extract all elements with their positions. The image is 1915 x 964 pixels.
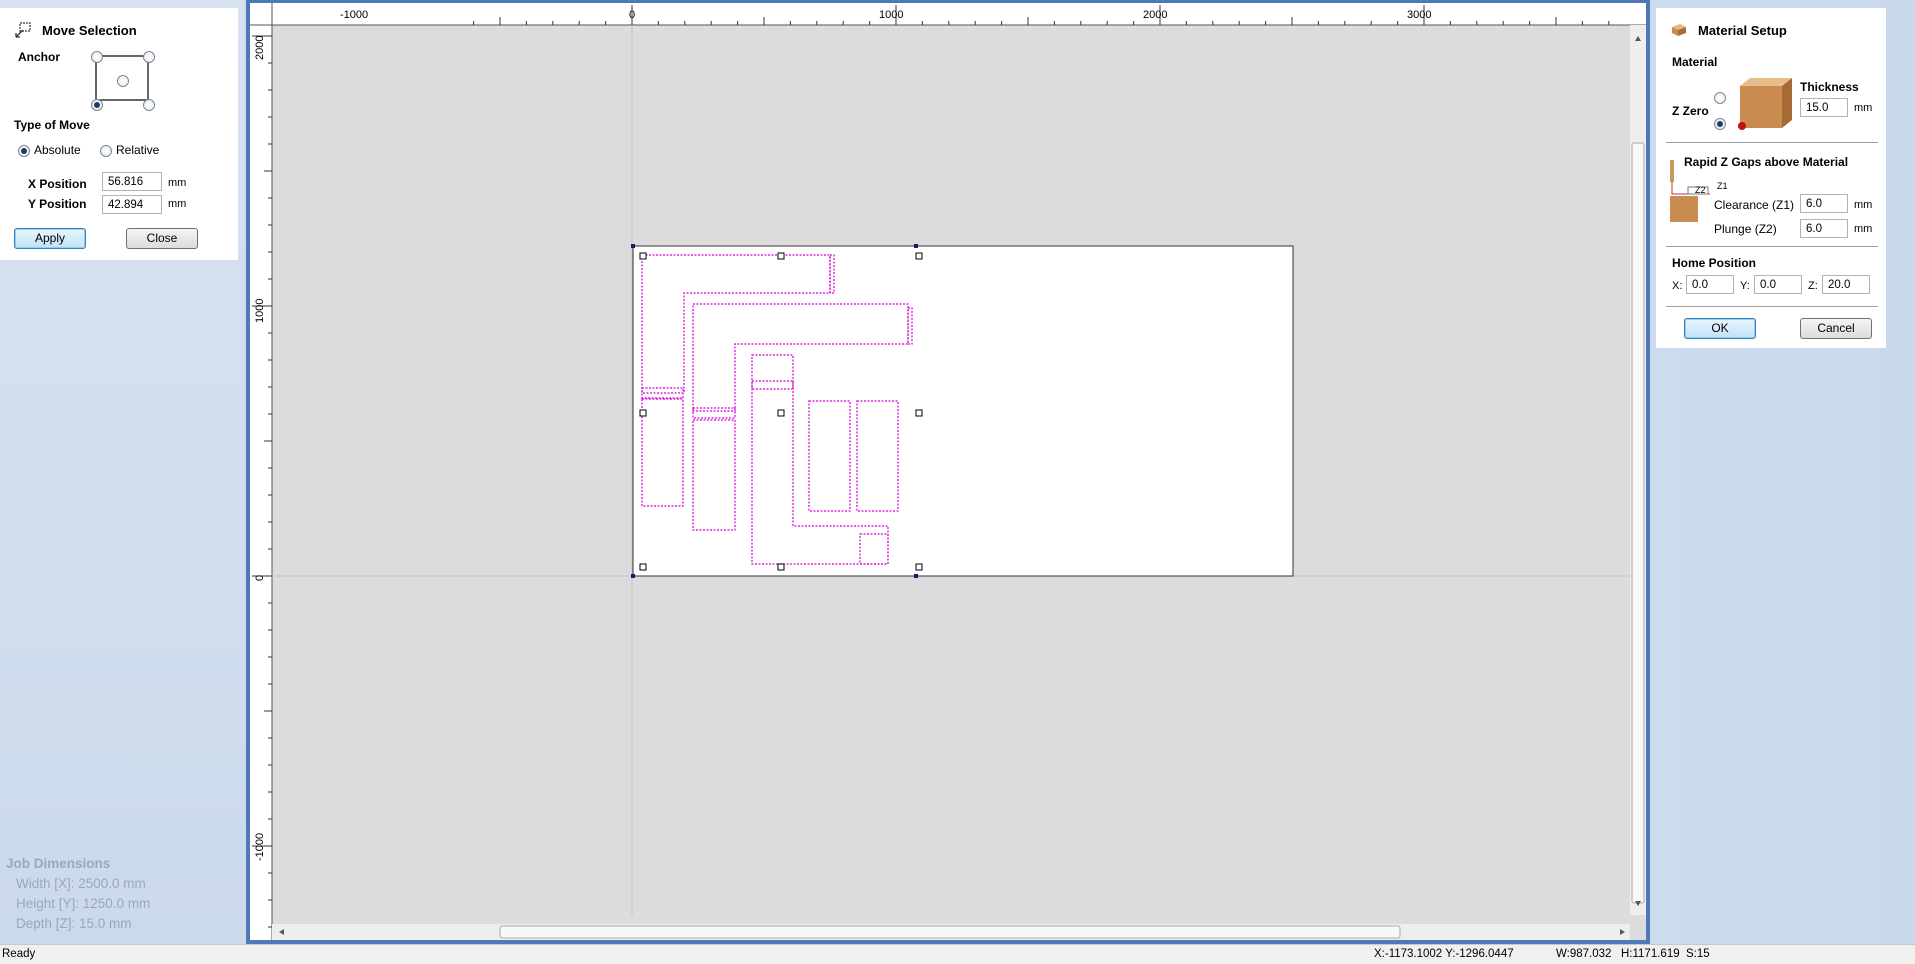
- z-zero-top-radio[interactable]: [1714, 92, 1726, 104]
- top-ruler-label-minus1000: -1000: [340, 9, 368, 21]
- home-z-input[interactable]: [1822, 275, 1870, 294]
- anchor-label: Anchor: [18, 50, 60, 64]
- material-setup-title: Material Setup: [1698, 22, 1787, 38]
- drawing-canvas[interactable]: -1000 0 1000 2000 3000 2000 1000 0 -1000: [250, 3, 1646, 940]
- apply-button[interactable]: Apply: [14, 228, 86, 249]
- ok-button[interactable]: OK: [1684, 318, 1756, 339]
- status-bar: Ready X:-1173.1002 Y:-1296.0447 W:987.03…: [0, 944, 1915, 964]
- handle-bottom-mid[interactable]: [777, 563, 785, 571]
- separator-2: [1666, 246, 1878, 247]
- handle-top-right[interactable]: [915, 252, 923, 260]
- handle-top-mid[interactable]: [777, 252, 785, 260]
- z1-tag: Z1: [1717, 181, 1728, 191]
- plunge-unit: mm: [1854, 223, 1873, 235]
- vertical-scroll-thumb[interactable]: [1631, 142, 1645, 904]
- handle-mid-right[interactable]: [915, 409, 923, 417]
- y-position-input[interactable]: [102, 195, 162, 214]
- drawing-svg: -1000 0 1000 2000 3000 2000 1000 0 -1000: [250, 3, 1646, 940]
- y-position-unit: mm: [168, 198, 187, 210]
- horizontal-scroll-thumb[interactable]: [499, 925, 1401, 939]
- absolute-label: Absolute: [34, 143, 81, 157]
- z-zero-bottom-radio[interactable]: [1714, 118, 1726, 130]
- move-selection-header: Move Selection: [14, 20, 137, 40]
- left-ruler-label-minus1000: -1000: [254, 833, 266, 861]
- anchor-bottom-right-radio[interactable]: [143, 99, 155, 111]
- status-state: Ready: [2, 948, 36, 960]
- handle-center[interactable]: [777, 409, 785, 417]
- thickness-label: Thickness: [1800, 80, 1859, 94]
- thickness-unit: mm: [1854, 102, 1873, 114]
- job-width: Width [X]: 2500.0 mm: [16, 876, 146, 891]
- drawing-window-frame: -1000 0 1000 2000 3000 2000 1000 0 -1000: [246, 0, 1650, 944]
- left-ruler-label-0: 0: [254, 575, 266, 581]
- left-ruler-label-2000: 2000: [254, 36, 266, 60]
- left-ruler-label-1000: 1000: [254, 299, 266, 323]
- home-y-input[interactable]: [1754, 275, 1802, 294]
- material-label: Material: [1672, 55, 1718, 69]
- anchor-top-left-radio[interactable]: [91, 51, 103, 63]
- job-height: Height [Y]: 1250.0 mm: [16, 896, 151, 911]
- anchor-center-radio[interactable]: [117, 75, 129, 87]
- plunge-input[interactable]: [1800, 219, 1848, 238]
- close-button[interactable]: Close: [126, 228, 198, 249]
- move-selection-title: Move Selection: [42, 22, 137, 38]
- x-position-unit: mm: [168, 177, 187, 189]
- status-cursor-coordinates: X:-1173.1002 Y:-1296.0447: [1374, 948, 1514, 960]
- material-setup-header: Material Setup: [1670, 20, 1787, 40]
- material-setup-panel: Material Setup Material Z Zero Thickness…: [1656, 8, 1886, 348]
- handle-mid-left[interactable]: [639, 409, 647, 417]
- x-position-label: X Position: [28, 177, 87, 191]
- relative-label: Relative: [116, 143, 160, 157]
- material-block-icon: [1672, 24, 1686, 36]
- home-position-label: Home Position: [1672, 256, 1757, 270]
- home-x-input[interactable]: [1686, 275, 1734, 294]
- clearance-input[interactable]: [1800, 194, 1848, 213]
- left-panel: Move Selection Anchor Type of Move Absol…: [0, 0, 244, 944]
- top-ruler-label-2000: 2000: [1143, 9, 1167, 21]
- cancel-button[interactable]: Cancel: [1800, 318, 1872, 339]
- z2-tag: Z2: [1695, 185, 1706, 195]
- top-ruler-label-1000: 1000: [879, 9, 903, 21]
- handle-top-left[interactable]: [639, 252, 647, 260]
- material-block-preview-icon: [1738, 78, 1792, 130]
- move-selection-panel: Move Selection Anchor Type of Move Absol…: [0, 8, 238, 260]
- handle-bottom-right[interactable]: [915, 563, 923, 571]
- home-z-label: Z:: [1808, 280, 1818, 292]
- clearance-label: Clearance (Z1): [1714, 198, 1795, 212]
- job-dimensions: Job Dimensions Width [X]: 2500.0 mm Heig…: [6, 854, 150, 934]
- x-position-input[interactable]: [102, 172, 162, 191]
- relative-radio[interactable]: [100, 145, 112, 157]
- top-ruler[interactable]: [250, 3, 1646, 25]
- separator-1: [1666, 142, 1878, 143]
- top-ruler-label-3000: 3000: [1407, 9, 1431, 21]
- type-of-move-label: Type of Move: [14, 118, 90, 132]
- handle-bottom-left[interactable]: [639, 563, 647, 571]
- clearance-unit: mm: [1854, 199, 1873, 211]
- job-depth: Depth [Z]: 15.0 mm: [16, 916, 132, 931]
- y-position-label: Y Position: [28, 197, 87, 211]
- home-x-label: X:: [1672, 280, 1683, 292]
- anchor-bottom-left-radio[interactable]: [91, 99, 103, 111]
- anchor-top-right-radio[interactable]: [143, 51, 155, 63]
- thickness-input[interactable]: [1800, 98, 1848, 117]
- absolute-radio[interactable]: [18, 145, 30, 157]
- z-zero-label: Z Zero: [1672, 104, 1709, 118]
- job-dimensions-title: Job Dimensions: [6, 856, 111, 871]
- separator-3: [1666, 306, 1878, 307]
- status-selection-size: W:987.032 H:1171.619 S:15: [1556, 948, 1710, 960]
- move-selection-icon: [15, 22, 31, 38]
- plunge-label: Plunge (Z2): [1714, 222, 1777, 236]
- home-y-label: Y:: [1740, 280, 1750, 292]
- top-ruler-label-0: 0: [629, 9, 635, 21]
